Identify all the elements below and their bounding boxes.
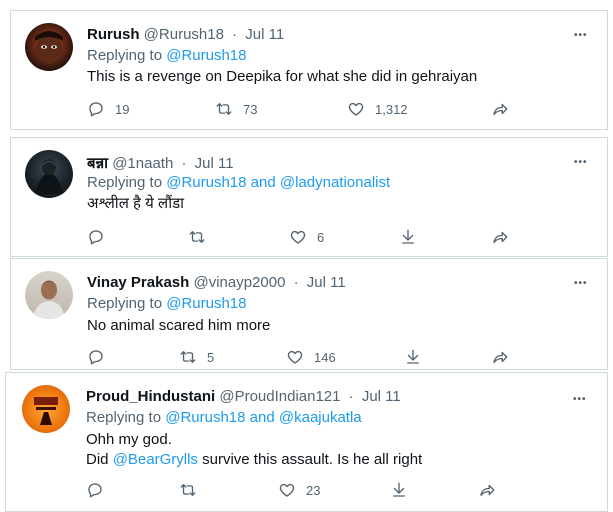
- reply-icon: [89, 230, 103, 245]
- text-segment: survive this assault. Is he all right: [197, 451, 423, 468]
- share-icon: [493, 231, 508, 243]
- share-button[interactable]: [491, 99, 509, 119]
- tweet-text: This is a revenge on Deepika for what sh…: [87, 68, 478, 85]
- author-handle[interactable]: @vinayp2000: [193, 274, 285, 291]
- retweet-button[interactable]: 5: [179, 347, 214, 367]
- reply-button[interactable]: [86, 480, 104, 500]
- tweet-text: Ohh my god.: [86, 431, 172, 448]
- like-count: 1,312: [375, 101, 408, 117]
- reply-icon: [89, 102, 103, 117]
- more-options-icon[interactable]: •••: [573, 395, 587, 405]
- heart-icon: [348, 102, 364, 116]
- reply-icon: [88, 483, 102, 498]
- author-name[interactable]: Rurush: [87, 26, 140, 43]
- tweet-card[interactable]: Vinay Prakash @vinayp2000 · Jul 11 ••• R…: [10, 258, 608, 370]
- reply-button[interactable]: [87, 347, 105, 367]
- like-button[interactable]: 146: [286, 347, 336, 367]
- reply-count: 19: [115, 101, 130, 117]
- author-handle[interactable]: @ProudIndian121: [219, 388, 340, 405]
- like-count: 23: [306, 482, 321, 498]
- separator-dot: ·: [181, 155, 187, 172]
- tweet-date[interactable]: Jul 11: [245, 26, 284, 43]
- author-name[interactable]: Vinay Prakash: [87, 274, 189, 291]
- download-icon: [402, 229, 414, 244]
- avatar-face-icon: [35, 31, 63, 64]
- replying-to-label: Replying to: [87, 295, 167, 312]
- tweet-card[interactable]: Proud_Hindustani @ProudIndian121 · Jul 1…: [5, 372, 608, 512]
- mention-join: and: [246, 174, 280, 191]
- avatar[interactable]: [25, 150, 73, 198]
- retweet-count: 5: [207, 349, 215, 365]
- like-button[interactable]: 6: [289, 227, 324, 247]
- download-button[interactable]: [390, 480, 408, 500]
- mention-link[interactable]: @BearGrylls: [113, 451, 198, 468]
- mention-link[interactable]: @kaajukatla: [279, 409, 362, 426]
- reply-button[interactable]: 19: [87, 99, 129, 119]
- share-button[interactable]: [491, 227, 509, 247]
- replying-to-label: Replying to: [87, 47, 167, 64]
- heart-icon: [287, 350, 303, 364]
- download-icon: [393, 482, 405, 497]
- retweet-count: 73: [243, 101, 258, 117]
- tweet-date[interactable]: Jul 11: [307, 274, 346, 291]
- replying-to-label: Replying to: [87, 174, 167, 191]
- like-count: 146: [314, 349, 336, 365]
- tweet-text: अश्लील है ये लौंडा: [87, 195, 184, 212]
- separator-dot: ·: [293, 274, 299, 291]
- avatar-figure-icon: [35, 159, 63, 194]
- tweet-date[interactable]: Jul 11: [362, 388, 401, 405]
- mention-join: and: [245, 409, 279, 426]
- download-icon: [407, 349, 419, 364]
- retweet-icon: [180, 484, 196, 496]
- separator-dot: ·: [232, 26, 238, 43]
- mention-link[interactable]: @Rurush18: [166, 295, 246, 312]
- tweet-text: No animal scared him more: [87, 317, 271, 334]
- share-icon: [480, 484, 495, 496]
- reply-button[interactable]: [87, 227, 105, 247]
- tweet-text-line-2: Did @BearGrylls survive this assault. Is…: [86, 449, 422, 471]
- mention-link[interactable]: @ladynationalist: [280, 174, 390, 191]
- like-button[interactable]: 23: [278, 480, 320, 500]
- mention-link[interactable]: @Rurush18: [165, 409, 245, 426]
- author-name[interactable]: Proud_Hindustani: [86, 388, 215, 405]
- avatar[interactable]: [25, 271, 73, 319]
- reply-icon: [89, 350, 103, 365]
- share-icon: [493, 103, 508, 115]
- retweet-button[interactable]: 73: [215, 99, 257, 119]
- like-count: 6: [317, 229, 325, 245]
- retweet-icon: [189, 231, 205, 243]
- mention-link[interactable]: @Rurush18: [166, 174, 246, 191]
- author-handle[interactable]: @1naath: [112, 155, 173, 172]
- heart-icon: [290, 230, 306, 244]
- heart-icon: [279, 483, 295, 497]
- download-button[interactable]: [404, 347, 422, 367]
- more-options-icon[interactable]: •••: [574, 31, 588, 41]
- avatar[interactable]: [25, 23, 73, 71]
- more-options-icon[interactable]: •••: [574, 279, 588, 289]
- separator-dot: ·: [348, 388, 354, 405]
- retweet-icon: [216, 103, 232, 115]
- download-button[interactable]: [399, 227, 417, 247]
- like-button[interactable]: 1,312: [347, 99, 408, 119]
- avatar-logo-icon: [34, 397, 58, 425]
- share-icon: [493, 351, 508, 363]
- retweet-icon: [180, 351, 196, 363]
- retweet-button[interactable]: [179, 480, 197, 500]
- more-options-icon[interactable]: •••: [574, 158, 588, 168]
- replying-to-label: Replying to: [86, 409, 166, 426]
- tweet-card[interactable]: Rurush @Rurush18 · Jul 11 ••• Replying t…: [10, 10, 608, 130]
- avatar[interactable]: [22, 385, 70, 433]
- text-segment: Did: [86, 451, 113, 468]
- retweet-button[interactable]: [188, 227, 206, 247]
- author-name[interactable]: बन्ना: [87, 155, 108, 172]
- share-button[interactable]: [491, 347, 509, 367]
- mention-link[interactable]: @Rurush18: [166, 47, 246, 64]
- tweet-date[interactable]: Jul 11: [195, 155, 234, 172]
- avatar-person-icon: [33, 280, 65, 319]
- share-button[interactable]: [478, 480, 496, 500]
- author-handle[interactable]: @Rurush18: [144, 26, 224, 43]
- tweet-card[interactable]: बन्ना @1naath · Jul 11 ••• Replying to @…: [10, 137, 608, 257]
